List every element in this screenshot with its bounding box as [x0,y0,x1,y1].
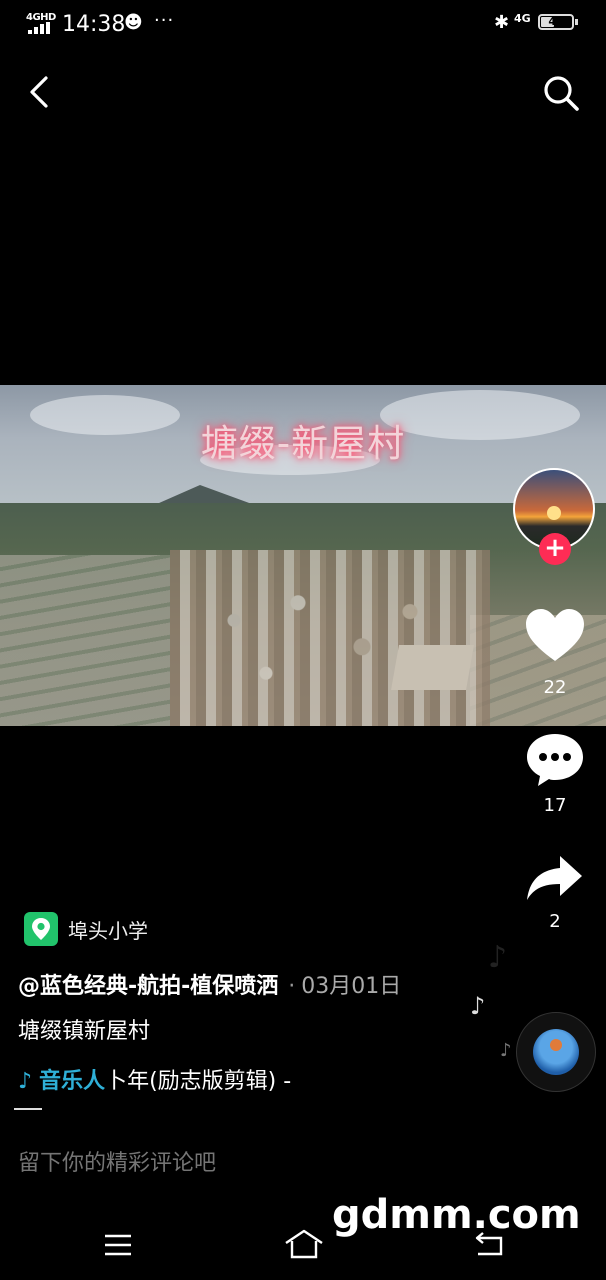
video-village [170,550,490,726]
nav-home-button[interactable] [283,1228,325,1260]
menu-icon [105,1234,131,1256]
music-disc-button[interactable] [516,1012,596,1092]
like-count: 22 [543,677,567,698]
video-plaza [391,645,474,690]
follow-button[interactable]: + [539,533,571,565]
video-fields-left [0,555,170,726]
share-icon [527,856,582,900]
post-caption: 塘缀镇新屋村 [18,1019,151,1044]
comment-button[interactable] [524,730,586,790]
author-line: @蓝色经典-航拍-植保喷洒 · 03月01日 [18,968,401,1000]
chevron-left-icon [30,76,48,108]
battery-tip [575,19,578,25]
author-name[interactable]: @蓝色经典-航拍-植保喷洒 [18,974,278,999]
battery-icon: 43 [538,14,574,30]
status-bar: 4GHD 14:38 ☻ ··· ✱ 4G 43 [0,0,606,48]
video-overlay-title: 塘缀-新屋村 [200,422,406,465]
comment-icon [527,734,583,786]
nav-menu-button[interactable] [102,1232,134,1258]
music-cover-figure [550,1039,562,1051]
music-cover [533,1029,579,1075]
music-note-icon: ♪ [18,1069,33,1094]
search-button[interactable] [536,70,584,114]
share-count: 2 [549,911,561,932]
share-button[interactable] [524,852,586,904]
home-icon [285,1229,323,1259]
comment-count: 17 [543,795,567,816]
comment-input[interactable] [18,1146,578,1180]
clock: 14:38 [62,12,126,37]
mobile-data-indicator: 4G [514,12,531,25]
back-arrow-icon [475,1232,503,1256]
music-title: 卜年(励志版剪辑) - [105,1069,292,1094]
music-note-icon: ♪ [500,1040,512,1061]
avatar-sun [547,506,561,520]
more-notifications-icon: ··· [154,10,175,31]
wechat-icon: ☻ [124,12,143,33]
post-date: 03月01日 [301,974,402,999]
search-icon [544,76,579,111]
music-note-icon: ♪ [470,992,486,1020]
music-note-icon: ♪ [488,940,508,975]
music-artist: 音乐人 [39,1069,106,1094]
back-button[interactable] [20,70,60,114]
battery-percent: 43 [548,15,564,28]
music-info[interactable]: ♪ 音乐人卜年(励志版剪辑) - [18,1063,291,1095]
location-label: 埠头小学 [68,919,148,943]
heart-icon [526,609,584,661]
signal-icon [28,22,50,34]
divider [14,1108,42,1110]
separator: · [288,974,296,999]
bluetooth-icon: ✱ [494,12,510,33]
video-player[interactable]: 塘缀-新屋村 [0,385,606,726]
like-button[interactable] [524,607,586,665]
nav-back-button[interactable] [472,1230,506,1258]
location-pin-icon [24,912,58,946]
watermark: gdmm.com [332,1192,581,1238]
